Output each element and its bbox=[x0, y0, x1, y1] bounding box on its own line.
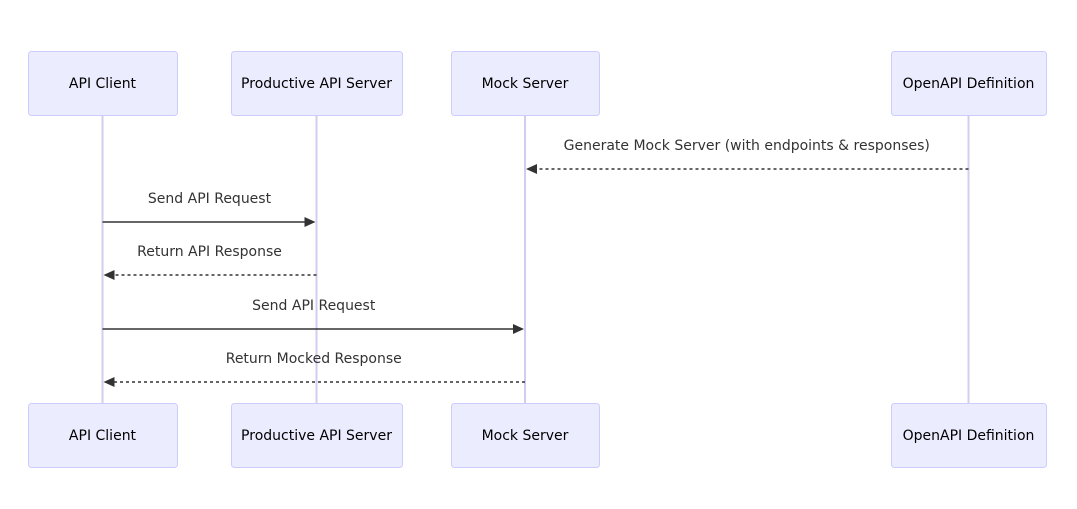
actor-client-bottom: API Client bbox=[28, 403, 178, 468]
message-label: Return Mocked Response bbox=[226, 351, 402, 367]
arrowhead-icon bbox=[304, 217, 316, 227]
sequence-diagram: API Client Productive API Server Mock Serv… bbox=[28, 51, 1047, 468]
message-2: Send API Request bbox=[102, 191, 316, 227]
actor-label: Mock Server bbox=[482, 428, 569, 444]
arrowhead-icon bbox=[513, 324, 524, 334]
actor-openapi-bottom: OpenAPI Definition bbox=[891, 403, 1047, 468]
actor-label: API Client bbox=[69, 428, 137, 444]
message-5: Return Mocked Response bbox=[103, 351, 525, 387]
actor-label: OpenAPI Definition bbox=[903, 76, 1035, 92]
message-label: Return API Response bbox=[137, 244, 282, 260]
actor-label: Mock Server bbox=[482, 76, 569, 92]
actor-mock-bottom: Mock Server bbox=[451, 403, 600, 468]
actor-prod-top: Productive API Server bbox=[231, 51, 403, 116]
actor-openapi-top: OpenAPI Definition bbox=[891, 51, 1047, 116]
actor-client-top: API Client bbox=[28, 51, 178, 116]
arrowhead-icon bbox=[526, 164, 537, 174]
actor-mock-top: Mock Server bbox=[451, 51, 600, 116]
message-label: Send API Request bbox=[252, 298, 376, 314]
actor-label: Productive API Server bbox=[241, 428, 392, 444]
arrowhead-icon bbox=[103, 377, 115, 387]
message-4: Send API Request bbox=[102, 298, 524, 334]
arrowhead-icon bbox=[103, 270, 115, 280]
message-3: Return API Response bbox=[103, 244, 317, 280]
actor-label: OpenAPI Definition bbox=[903, 428, 1035, 444]
actor-label: Productive API Server bbox=[241, 76, 392, 92]
message-label: Send API Request bbox=[148, 191, 272, 207]
message-label: Generate Mock Server (with endpoints & r… bbox=[564, 138, 930, 154]
actor-label: API Client bbox=[69, 76, 137, 92]
actor-prod-bottom: Productive API Server bbox=[231, 403, 403, 468]
message-1: Generate Mock Server (with endpoints & r… bbox=[526, 138, 969, 174]
